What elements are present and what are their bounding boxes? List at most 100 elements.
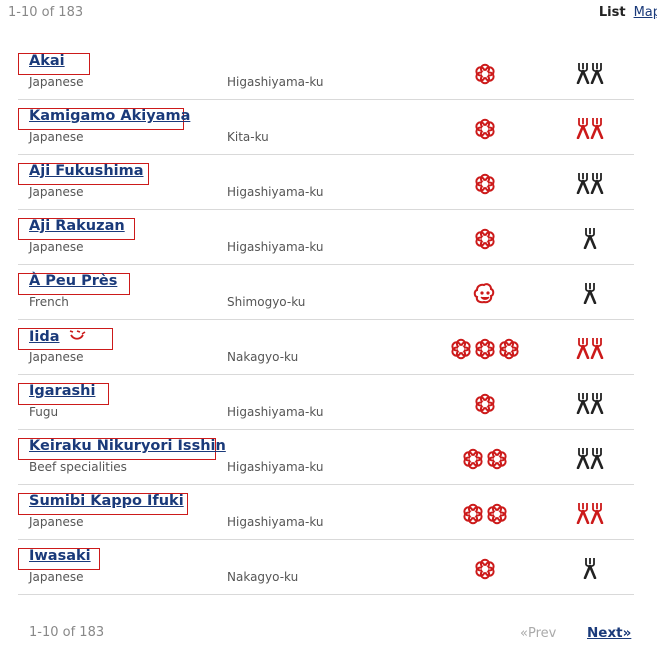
fork-spoon-icon <box>576 62 590 86</box>
michelin-star-icon <box>462 503 484 525</box>
michelin-star-icon <box>462 448 484 470</box>
restaurant-name-link[interactable]: Iwasaki <box>29 548 91 564</box>
michelin-star-icon <box>498 338 520 360</box>
view-tabs: List Map <box>599 5 657 20</box>
cuisine-label: Fugu <box>29 405 59 419</box>
area-label: Kita-ku <box>227 130 269 144</box>
restaurant-row: Sumibi Kappo Ifuki Japanese Higashiyama-ku <box>18 485 634 540</box>
comfort-rating <box>558 502 622 526</box>
michelin-star-icon <box>450 338 472 360</box>
restaurant-name-link[interactable]: Kamigamo Akiyama <box>29 108 190 124</box>
fork-spoon-icon <box>576 117 590 141</box>
restaurant-name-link[interactable]: Iida <box>29 328 86 346</box>
award-rating <box>438 283 532 305</box>
tab-map-view[interactable]: Map <box>634 5 657 20</box>
fork-spoon-icon <box>590 447 604 471</box>
award-rating <box>438 63 532 85</box>
restaurant-row: Aji Rakuzan Japanese Higashiyama-ku <box>18 210 634 265</box>
michelin-star-icon <box>474 393 496 415</box>
restaurant-name-link[interactable]: Akai <box>29 53 65 69</box>
area-label: Higashiyama-ku <box>227 240 324 254</box>
restaurant-name-link[interactable]: Aji Fukushima <box>29 163 144 179</box>
michelin-star-icon <box>486 503 508 525</box>
area-label: Higashiyama-ku <box>227 185 324 199</box>
award-rating <box>438 503 532 525</box>
cuisine-label: Japanese <box>29 350 84 364</box>
fork-spoon-icon <box>576 392 590 416</box>
restaurant-row: À Peu Près French Shimogyo-ku <box>18 265 634 320</box>
fork-spoon-icon <box>583 282 597 306</box>
area-label: Higashiyama-ku <box>227 515 324 529</box>
award-rating <box>438 448 532 470</box>
award-rating <box>438 118 532 140</box>
award-rating <box>438 228 532 250</box>
restaurant-row: Keiraku Nikuryori Isshin Beef specialitie… <box>18 430 634 485</box>
restaurant-name-link[interactable]: Sumibi Kappo Ifuki <box>29 493 184 509</box>
restaurant-row: Akai Japanese Higashiyama-ku <box>18 45 634 100</box>
bib-gourmand-icon <box>472 283 498 305</box>
award-rating <box>438 558 532 580</box>
comfort-rating <box>558 392 622 416</box>
smile-icon <box>68 328 86 346</box>
prev-page-link[interactable]: «Prev <box>520 626 556 641</box>
restaurant-row: Aji Fukushima Japanese Higashiyama-ku <box>18 155 634 210</box>
comfort-rating <box>558 557 622 581</box>
cuisine-label: Japanese <box>29 75 84 89</box>
comfort-rating <box>558 282 622 306</box>
fork-spoon-icon <box>590 337 604 361</box>
fork-spoon-icon <box>590 172 604 196</box>
fork-spoon-icon <box>576 172 590 196</box>
michelin-star-icon <box>474 338 496 360</box>
comfort-rating <box>558 172 622 196</box>
comfort-rating <box>558 227 622 251</box>
area-label: Nakagyo-ku <box>227 350 299 364</box>
restaurant-row: Igarashi Fugu Higashiyama-ku <box>18 375 634 430</box>
fork-spoon-icon <box>583 227 597 251</box>
fork-spoon-icon <box>576 447 590 471</box>
comfort-rating <box>558 62 622 86</box>
fork-spoon-icon <box>590 62 604 86</box>
fork-spoon-icon <box>576 502 590 526</box>
michelin-star-icon <box>474 118 496 140</box>
restaurant-name-link[interactable]: Igarashi <box>29 383 95 399</box>
fork-spoon-icon <box>583 557 597 581</box>
result-count-bottom: 1-10 of 183 <box>29 625 105 640</box>
result-count-top: 1-10 of 183 <box>8 5 84 20</box>
fork-spoon-icon <box>590 392 604 416</box>
cuisine-label: Japanese <box>29 130 84 144</box>
next-page-link[interactable]: Next» <box>587 625 631 641</box>
cuisine-label: French <box>29 295 69 309</box>
award-rating <box>438 338 532 360</box>
michelin-star-icon <box>474 228 496 250</box>
restaurant-row: Iida Japanese Nakagyo-ku <box>18 320 634 375</box>
cuisine-label: Japanese <box>29 515 84 529</box>
cuisine-label: Japanese <box>29 570 84 584</box>
comfort-rating <box>558 447 622 471</box>
restaurant-name-link[interactable]: Keiraku Nikuryori Isshin <box>29 438 226 454</box>
fork-spoon-icon <box>576 337 590 361</box>
fork-spoon-icon <box>590 502 604 526</box>
michelin-star-icon <box>486 448 508 470</box>
comfort-rating <box>558 337 622 361</box>
award-rating <box>438 393 532 415</box>
michelin-star-icon <box>474 63 496 85</box>
fork-spoon-icon <box>590 117 604 141</box>
comfort-rating <box>558 117 622 141</box>
tab-list-view[interactable]: List <box>599 5 626 20</box>
restaurant-row: Kamigamo Akiyama Japanese Kita-ku <box>18 100 634 155</box>
award-rating <box>438 173 532 195</box>
cuisine-label: Japanese <box>29 240 84 254</box>
area-label: Higashiyama-ku <box>227 405 324 419</box>
michelin-star-icon <box>474 173 496 195</box>
restaurant-row: Iwasaki Japanese Nakagyo-ku <box>18 540 634 595</box>
cuisine-label: Japanese <box>29 185 84 199</box>
area-label: Higashiyama-ku <box>227 75 324 89</box>
restaurant-list: Akai Japanese Higashiyama-ku Kamigamo Akiya… <box>18 45 634 595</box>
area-label: Higashiyama-ku <box>227 460 324 474</box>
cuisine-label: Beef specialities <box>29 460 127 474</box>
michelin-star-icon <box>474 558 496 580</box>
area-label: Nakagyo-ku <box>227 570 299 584</box>
restaurant-name-link[interactable]: À Peu Près <box>29 273 117 289</box>
restaurant-name-link[interactable]: Aji Rakuzan <box>29 218 125 234</box>
area-label: Shimogyo-ku <box>227 295 306 309</box>
